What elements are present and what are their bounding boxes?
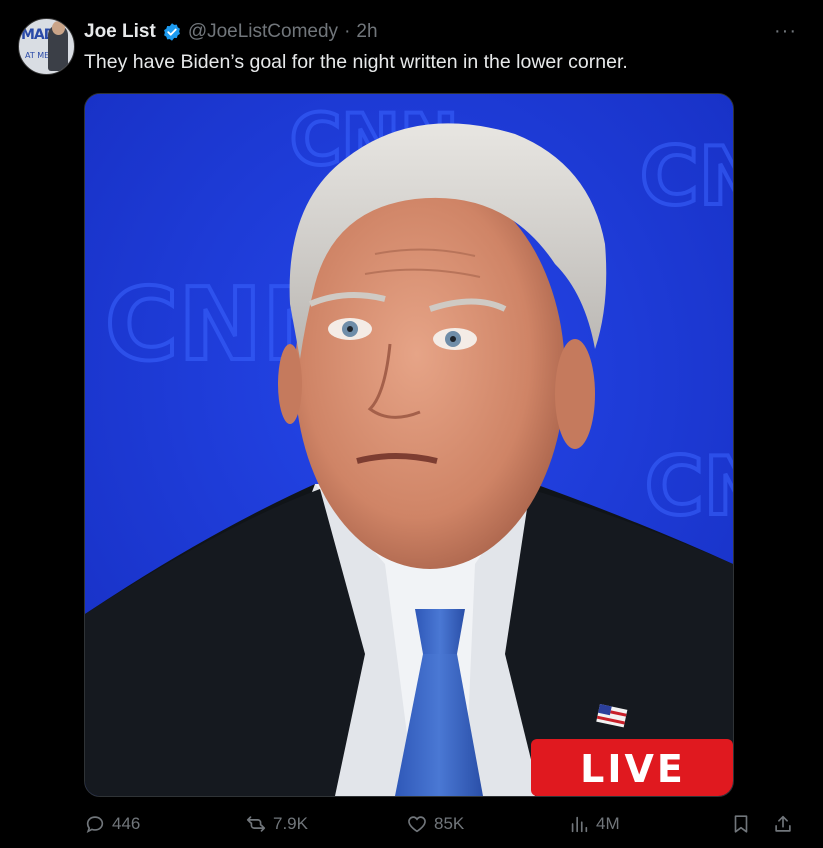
- tweet-actions-bar: 446 7.9K 85K 4M: [84, 813, 804, 839]
- reply-count: 446: [112, 814, 141, 833]
- tweet-timestamp[interactable]: 2h: [356, 21, 377, 43]
- like-button[interactable]: 85K: [406, 813, 464, 835]
- repost-button[interactable]: 7.9K: [245, 813, 308, 835]
- tweet-media-image[interactable]: CNN CNN CNN CNN: [84, 93, 734, 797]
- cnn-watermark-right: CNN: [645, 440, 733, 533]
- author-name[interactable]: Joe List: [84, 21, 156, 43]
- live-banner: LIVE: [531, 739, 733, 796]
- live-label: LIVE: [580, 747, 686, 791]
- share-button[interactable]: [772, 813, 794, 835]
- views-count: 4M: [596, 814, 620, 833]
- share-icon: [775, 815, 791, 832]
- avatar-person-head: [52, 21, 65, 35]
- avatar[interactable]: MAD AT ME?: [18, 18, 75, 75]
- repost-count: 7.9K: [273, 814, 308, 833]
- bookmark-button[interactable]: [730, 813, 752, 835]
- views-bar-chart-icon: [571, 816, 588, 833]
- author-handle[interactable]: @JoeListComedy: [188, 21, 338, 43]
- media-illustration: CNN CNN CNN CNN: [85, 94, 733, 796]
- reply-icon: [86, 816, 104, 833]
- tweet-text: They have Biden’s goal for the night wri…: [84, 51, 628, 73]
- views-button[interactable]: 4M: [568, 813, 620, 835]
- heart-icon: [408, 816, 426, 833]
- header-separator: ·: [344, 21, 351, 42]
- verified-badge-icon: [163, 23, 180, 41]
- bookmark-icon: [734, 815, 748, 833]
- more-options-icon[interactable]: ···: [774, 20, 797, 43]
- reply-button[interactable]: 446: [84, 813, 140, 835]
- like-count: 85K: [434, 814, 465, 833]
- cnn-watermark-top-right: CNN: [640, 130, 733, 223]
- tweet-header: Joe List @JoeListComedy · 2h: [84, 20, 378, 44]
- repost-icon: [246, 816, 266, 832]
